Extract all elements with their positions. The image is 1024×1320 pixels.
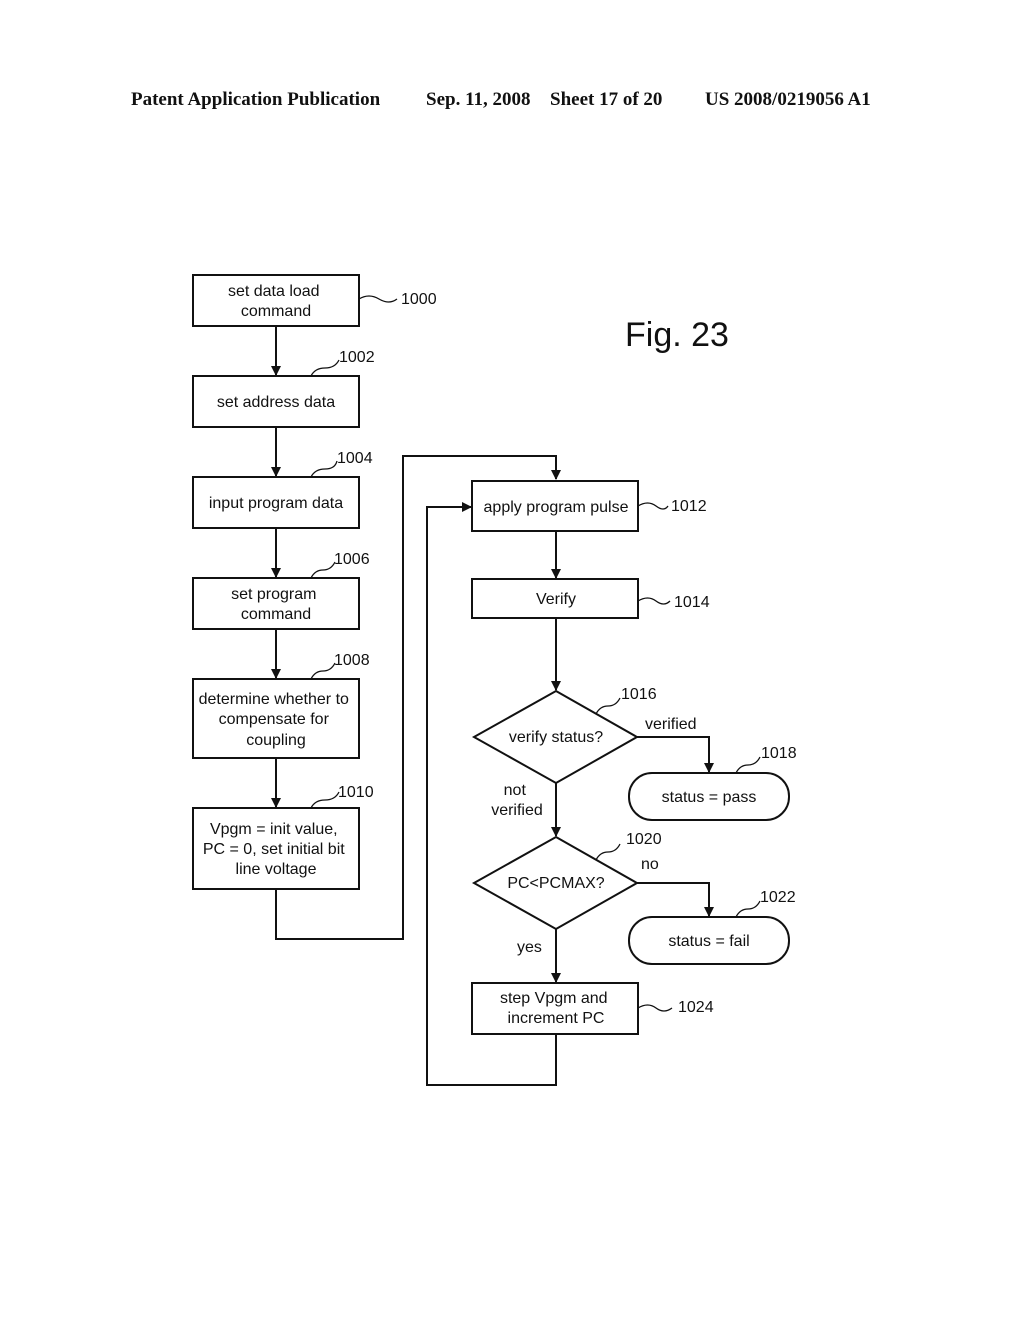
decision-1020-text: PC<PCMAX?	[507, 875, 604, 892]
leader-1016	[595, 697, 621, 715]
ref-1024: 1024	[678, 999, 714, 1016]
step-1002-text: set address data	[217, 394, 335, 411]
ref-1008: 1008	[334, 652, 370, 669]
terminal-1018-text: status = pass	[662, 789, 757, 806]
leader-1004	[310, 460, 338, 478]
ref-1000: 1000	[401, 291, 437, 308]
step-1012-text: apply program pulse	[484, 499, 629, 516]
leader-1002	[310, 359, 340, 377]
flowchart: Fig. 23 set data load command set addres…	[192, 274, 797, 1086]
terminal-1022-text: status = fail	[668, 933, 749, 950]
edge-label-not-verified: not verified	[491, 782, 543, 819]
leader-1014	[637, 597, 671, 605]
leader-1024	[637, 1004, 673, 1012]
leader-1022	[735, 900, 761, 918]
ref-1002: 1002	[339, 349, 375, 366]
step-1004-text: input program data	[209, 495, 343, 512]
arrow-1020-1022	[637, 882, 714, 917]
ref-1006: 1006	[334, 551, 370, 568]
leader-1018	[735, 756, 761, 774]
ref-1014: 1014	[674, 594, 710, 611]
leader-1006	[310, 561, 336, 579]
step-1014-text: Verify	[536, 591, 576, 608]
arrow-1016-1018	[637, 736, 714, 773]
leader-1020	[595, 843, 621, 861]
leader-1012	[637, 502, 669, 510]
ref-1004: 1004	[337, 450, 373, 467]
leader-1010	[310, 791, 340, 809]
edge-label-yes: yes	[517, 939, 542, 956]
leader-1000	[358, 295, 398, 303]
leader-1008	[310, 662, 336, 680]
ref-1020: 1020	[626, 831, 662, 848]
ref-1010: 1010	[338, 784, 374, 801]
ref-1016: 1016	[621, 686, 657, 703]
edge-label-verified: verified	[645, 716, 697, 733]
ref-1022: 1022	[760, 889, 796, 906]
ref-1018: 1018	[761, 745, 797, 762]
edge-label-no: no	[641, 856, 659, 873]
decision-1016-text: verify status?	[509, 729, 603, 746]
figure-label: Fig. 23	[625, 316, 729, 354]
ref-1012: 1012	[671, 498, 707, 515]
